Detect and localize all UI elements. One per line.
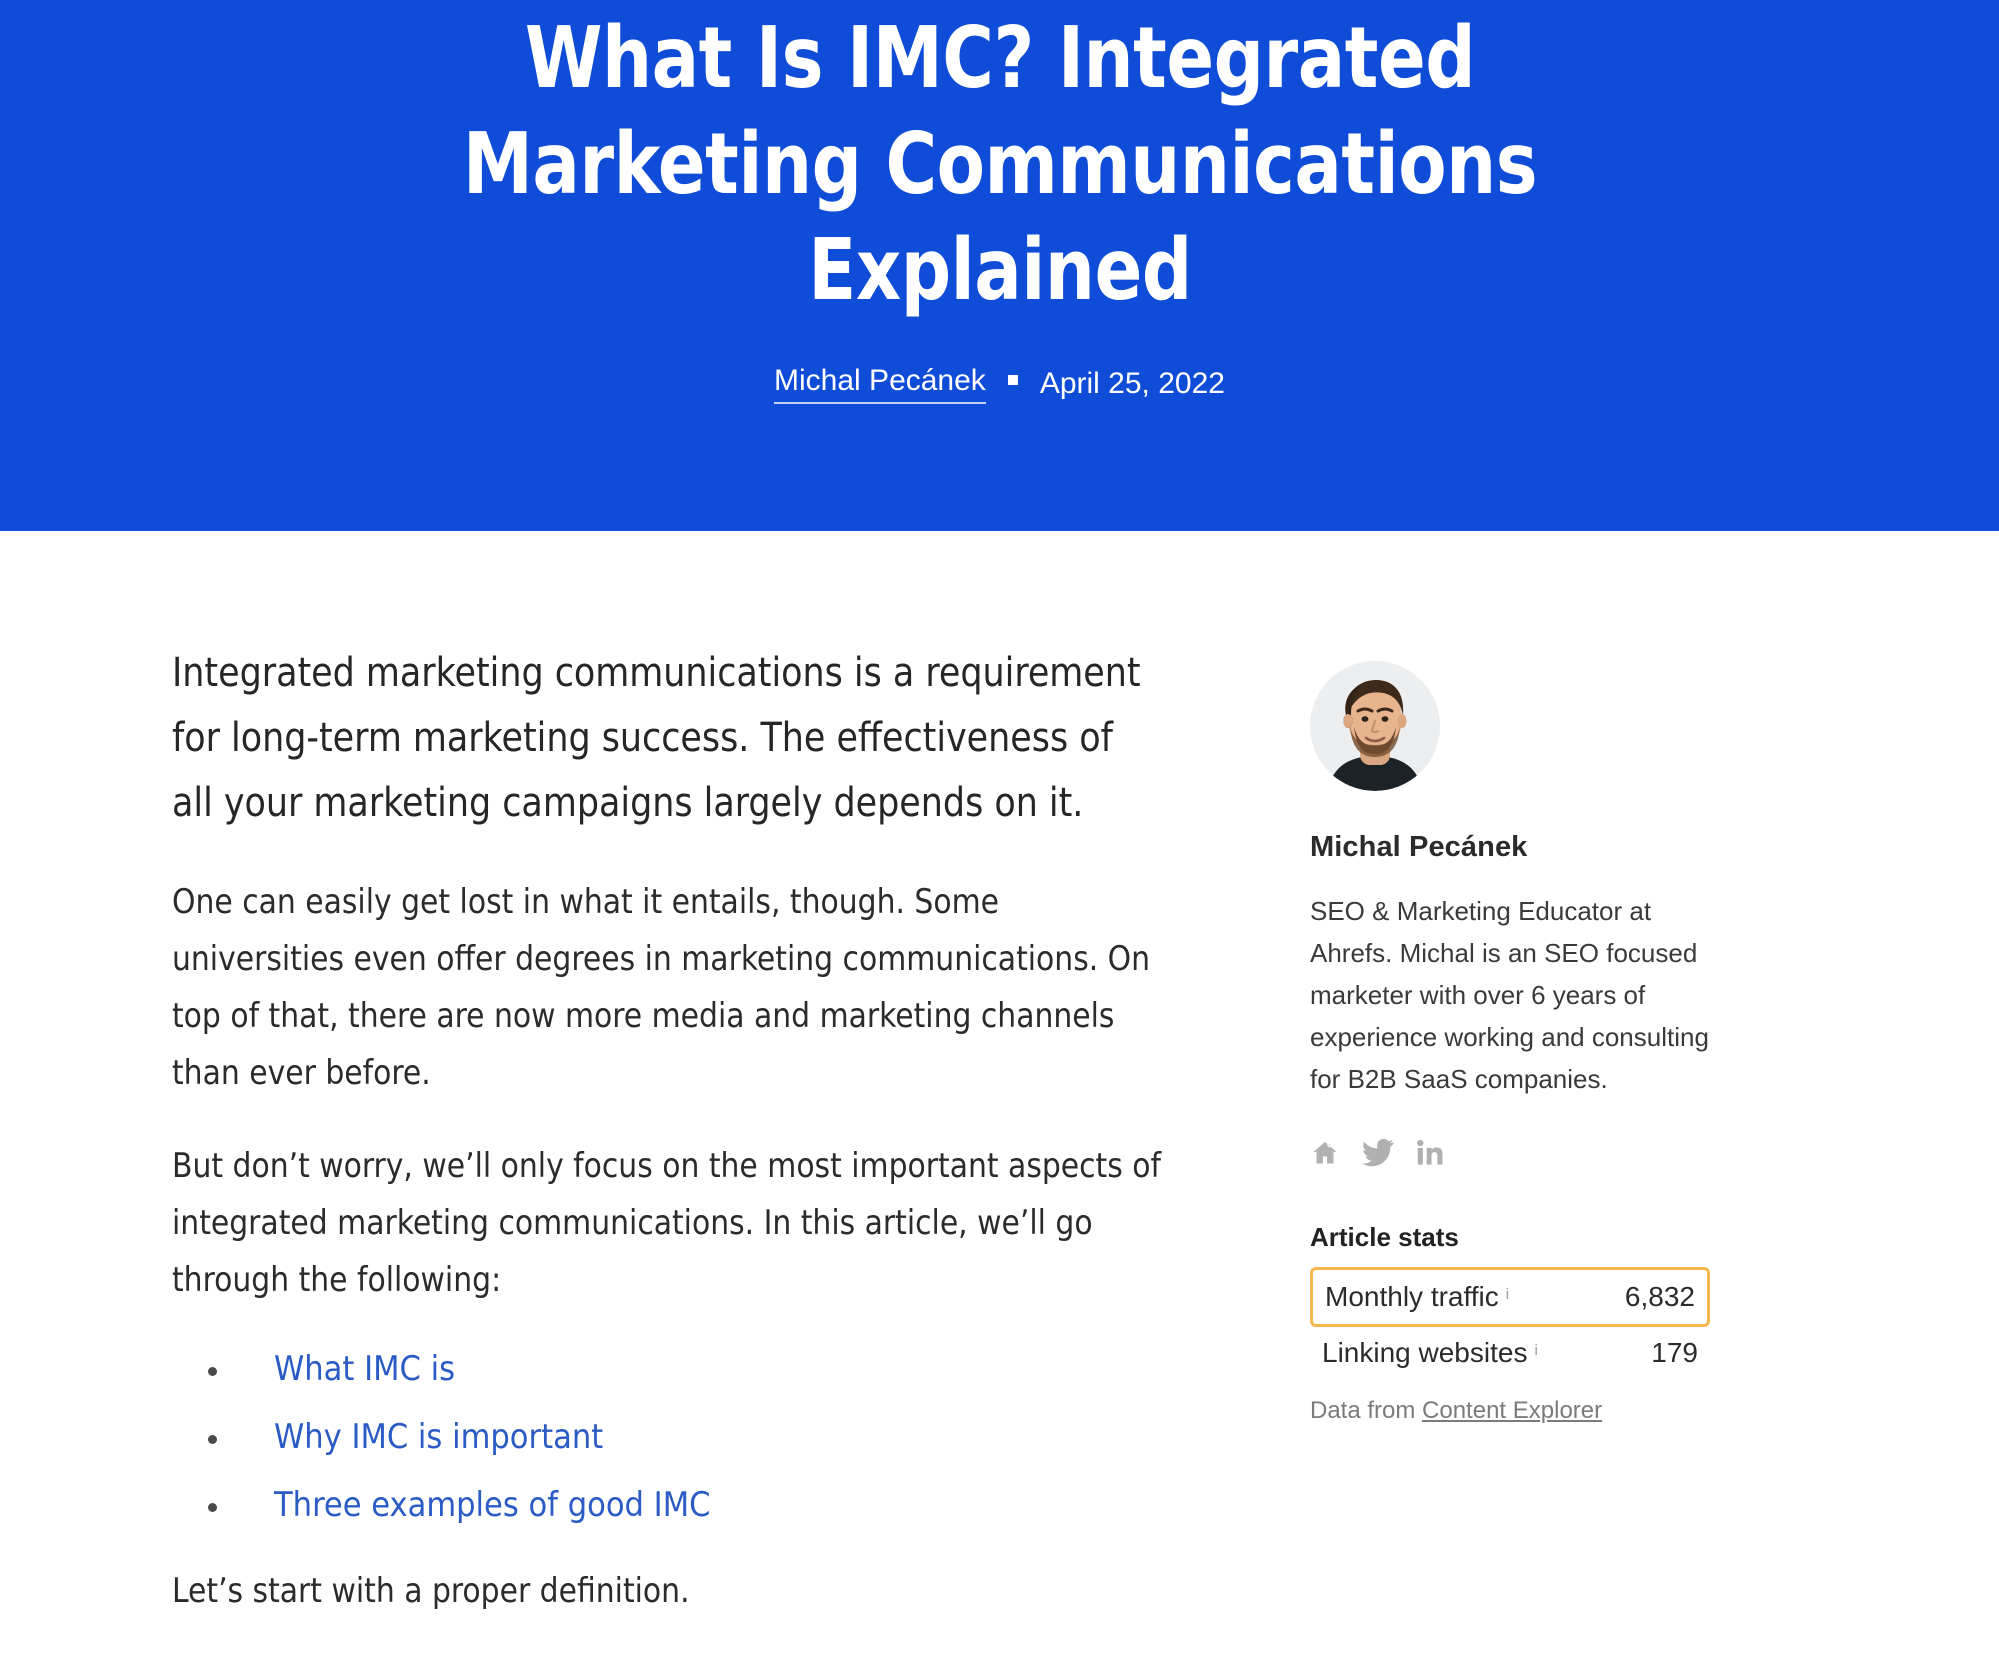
sidebar-author-name: Michal Pecánek	[1310, 831, 1528, 863]
toc-link-three-examples-of-good-imc[interactable]: Three examples of good IMC	[274, 1485, 710, 1525]
stats-source-note: Data from Content Explorer	[1310, 1397, 1710, 1425]
article-sidebar: Michal Pecánek SEO & Marketing Educator …	[1310, 531, 1730, 1425]
list-item: What IMC is	[208, 1345, 1310, 1393]
stats-source-prefix: Data from	[1310, 1397, 1423, 1424]
article-lead-paragraph: Integrated marketing communications is a…	[172, 650, 1141, 826]
byline-separator-icon	[1007, 375, 1018, 385]
content-explorer-link[interactable]: Content Explorer	[1422, 1397, 1602, 1424]
list-item: Three examples of good IMC	[208, 1481, 1310, 1529]
stat-value: 6,832	[1624, 1281, 1695, 1312]
article-stats-table: Monthly traffic i 6,832 Linking websites…	[1310, 1267, 1710, 1425]
stat-row-monthly-traffic[interactable]: Monthly traffic i 6,832	[1310, 1267, 1710, 1327]
stat-label-text: Monthly traffic	[1325, 1281, 1499, 1312]
byline-date: April 25, 2022	[1039, 367, 1225, 400]
avatar-photo	[1310, 661, 1440, 791]
stat-label: Linking websites i	[1322, 1329, 1538, 1377]
toc-link-what-imc-is[interactable]: What IMC is	[274, 1349, 455, 1389]
article-paragraph-3: But don’t worry, we’ll only focus on the…	[172, 1146, 1161, 1300]
byline: Michal Pecánek April 25, 2022	[774, 364, 1225, 404]
stat-row-linking-websites[interactable]: Linking websites i 179	[1310, 1329, 1710, 1377]
sidebar-author-bio: SEO & Marketing Educator at Ahrefs. Mich…	[1310, 896, 1709, 1094]
article-paragraph-2: One can easily get lost in what it entai…	[172, 882, 1151, 1093]
byline-author-link[interactable]: Michal Pecánek	[774, 364, 986, 404]
table-of-contents-list: What IMC is Why IMC is important Three e…	[172, 1345, 1310, 1529]
info-icon[interactable]: i	[1506, 1271, 1509, 1319]
list-item: Why IMC is important	[208, 1413, 1310, 1461]
linkedin-icon[interactable]	[1416, 1138, 1444, 1168]
avatar	[1310, 661, 1440, 791]
info-icon[interactable]: i	[1534, 1327, 1537, 1375]
stat-label: Monthly traffic i	[1325, 1273, 1509, 1321]
article-hero-banner: What Is IMC? Integrated Marketing Commun…	[0, 0, 1999, 531]
page-content: Integrated marketing communications is a…	[0, 531, 1999, 1656]
article-closing-paragraph: Let’s start with a proper definition.	[172, 1571, 690, 1611]
article-body: Integrated marketing communications is a…	[0, 531, 1310, 1656]
stat-label-text: Linking websites	[1322, 1337, 1528, 1368]
home-icon[interactable]	[1310, 1138, 1340, 1168]
toc-link-why-imc-is-important[interactable]: Why IMC is important	[274, 1417, 603, 1457]
twitter-icon[interactable]	[1362, 1138, 1394, 1168]
page-title: What Is IMC? Integrated Marketing Commun…	[462, 9, 1537, 320]
stat-value: 179	[1651, 1337, 1698, 1368]
author-social-links	[1310, 1138, 1730, 1168]
article-stats-heading: Article stats	[1310, 1222, 1459, 1252]
